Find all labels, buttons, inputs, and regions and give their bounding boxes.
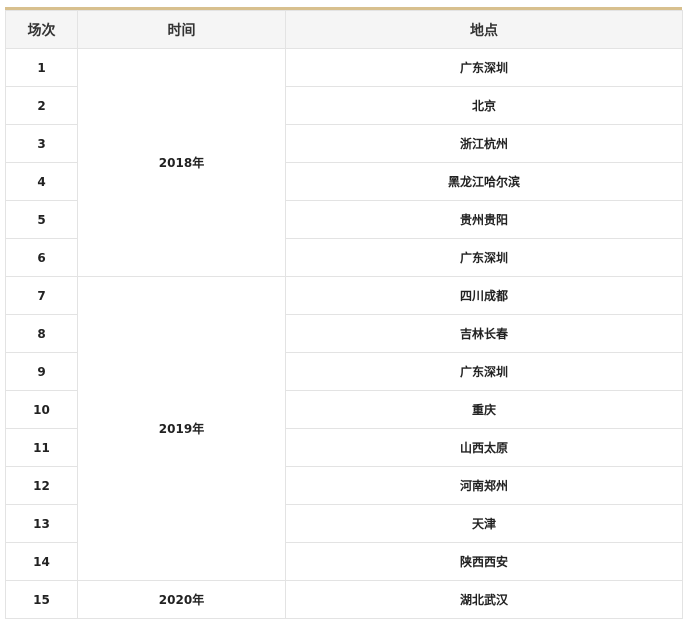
location-cell: 北京 bbox=[285, 86, 683, 125]
year-cell: 2018年 bbox=[77, 48, 286, 277]
session-number: 3 bbox=[5, 124, 78, 163]
session-number: 10 bbox=[5, 390, 78, 429]
table-row: 1 2018年 广东深圳 bbox=[5, 48, 683, 277]
session-number: 12 bbox=[5, 466, 78, 505]
header-time: 时间 bbox=[77, 10, 286, 49]
location-cell: 重庆 bbox=[285, 390, 683, 429]
year-cell: 2020年 bbox=[77, 580, 286, 619]
session-number: 9 bbox=[5, 352, 78, 391]
location-cell: 浙江杭州 bbox=[285, 124, 683, 163]
location-cell: 吉林长春 bbox=[285, 314, 683, 353]
location-cell: 天津 bbox=[285, 504, 683, 543]
session-number: 5 bbox=[5, 200, 78, 239]
location-cell: 河南郑州 bbox=[285, 466, 683, 505]
header-location: 地点 bbox=[285, 10, 683, 49]
session-number: 2 bbox=[5, 86, 78, 125]
session-number: 1 bbox=[5, 48, 78, 87]
location-cell: 贵州贵阳 bbox=[285, 200, 683, 239]
session-number: 8 bbox=[5, 314, 78, 353]
session-number: 6 bbox=[5, 238, 78, 277]
session-number: 14 bbox=[5, 542, 78, 581]
location-cell: 湖北武汉 bbox=[285, 580, 683, 619]
location-cell: 广东深圳 bbox=[285, 352, 683, 391]
location-cell: 黑龙江哈尔滨 bbox=[285, 162, 683, 201]
location-cell: 四川成都 bbox=[285, 276, 683, 315]
location-cell: 陕西西安 bbox=[285, 542, 683, 581]
session-number: 4 bbox=[5, 162, 78, 201]
location-cell: 广东深圳 bbox=[285, 238, 683, 277]
session-number: 13 bbox=[5, 504, 78, 543]
location-cell: 山西太原 bbox=[285, 428, 683, 467]
session-number: 11 bbox=[5, 428, 78, 467]
header-session: 场次 bbox=[5, 10, 78, 49]
table-header-row: 场次 时间 地点 bbox=[5, 10, 683, 49]
events-table: 场次 时间 地点 1 2018年 广东深圳 2 北京 3 浙江杭州 4 黑龙江哈… bbox=[5, 10, 683, 619]
year-cell: 2019年 bbox=[77, 276, 286, 581]
session-number: 15 bbox=[5, 580, 78, 619]
session-number: 7 bbox=[5, 276, 78, 315]
table-row: 15 2020年 湖北武汉 bbox=[5, 580, 683, 619]
table-row: 7 2019年 四川成都 bbox=[5, 276, 683, 581]
location-cell: 广东深圳 bbox=[285, 48, 683, 87]
events-table-container: 场次 时间 地点 1 2018年 广东深圳 2 北京 3 浙江杭州 4 黑龙江哈… bbox=[5, 7, 683, 619]
